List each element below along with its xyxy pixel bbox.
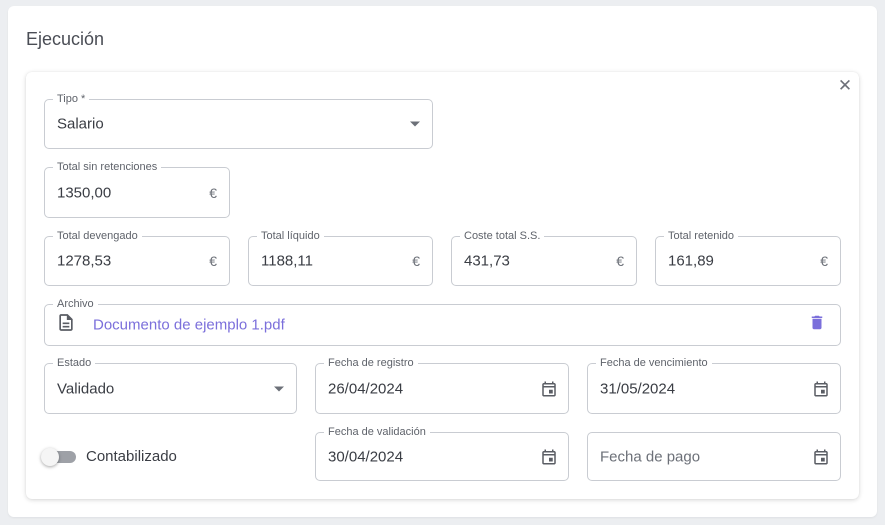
calendar-icon[interactable] xyxy=(812,380,830,398)
coste-total-ss-field[interactable]: Coste total S.S. 431,73 € xyxy=(451,230,637,286)
total-sin-retenciones-value: 1350,00 xyxy=(57,184,112,201)
file-link[interactable]: Documento de ejemplo 1.pdf xyxy=(93,317,285,334)
calendar-icon[interactable] xyxy=(540,448,558,466)
fecha-validacion-field[interactable]: Fecha de validación 30/04/2024 xyxy=(315,426,569,481)
coste-total-ss-value: 431,73 xyxy=(464,252,510,270)
fecha-validacion-value: 30/04/2024 xyxy=(328,448,404,465)
chevron-down-icon xyxy=(410,121,420,127)
total-liquido-value: 1188,11 xyxy=(261,252,313,270)
fecha-vencimiento-value: 31/05/2024 xyxy=(600,380,676,397)
fecha-vencimiento-label: Fecha de vencimiento xyxy=(596,357,712,369)
archivo-label: Archivo xyxy=(53,298,98,310)
fecha-pago-placeholder: Fecha de pago xyxy=(600,448,701,465)
contabilizado-label: Contabilizado xyxy=(86,448,177,465)
tipo-label: Tipo * xyxy=(53,93,90,105)
total-retenido-field[interactable]: Total retenido 161,89 € xyxy=(655,230,841,286)
total-liquido-label: Total líquido xyxy=(257,230,324,242)
chevron-down-icon xyxy=(274,386,284,391)
total-devengado-label: Total devengado xyxy=(53,230,142,242)
tipo-value: Salario xyxy=(57,115,104,133)
section-title: Ejecución xyxy=(26,29,105,49)
fecha-registro-label: Fecha de registro xyxy=(324,357,418,369)
euro-suffix: € xyxy=(820,253,828,269)
trash-icon[interactable] xyxy=(808,314,826,337)
document-icon xyxy=(56,313,76,338)
euro-suffix: € xyxy=(209,253,217,269)
euro-suffix: € xyxy=(412,253,420,269)
toggle-thumb xyxy=(41,448,59,466)
estado-select[interactable]: Estado Validado xyxy=(44,357,297,414)
close-icon[interactable]: ✕ xyxy=(836,76,854,95)
total-sin-retenciones-label: Total sin retenciones xyxy=(53,161,162,173)
fecha-registro-value: 26/04/2024 xyxy=(328,380,404,397)
total-devengado-value: 1278,53 xyxy=(57,252,112,270)
total-devengado-field[interactable]: Total devengado 1278,53 € xyxy=(44,230,230,286)
contabilizado-toggle[interactable] xyxy=(41,448,77,466)
fecha-vencimiento-field[interactable]: Fecha de vencimiento 31/05/2024 xyxy=(587,357,841,414)
fecha-registro-field[interactable]: Fecha de registro 26/04/2024 xyxy=(315,357,569,414)
fecha-validacion-label: Fecha de validación xyxy=(324,426,430,438)
total-retenido-value: 161,89 xyxy=(668,252,714,270)
total-sin-retenciones-field[interactable]: Total sin retenciones 1350,00 € xyxy=(44,161,230,218)
euro-suffix: € xyxy=(209,184,217,201)
estado-value: Validado xyxy=(57,380,115,397)
calendar-icon[interactable] xyxy=(812,448,830,466)
tipo-select[interactable]: Tipo * Salario xyxy=(44,93,433,149)
calendar-icon[interactable] xyxy=(540,380,558,398)
archivo-field: Archivo Documento de ejemplo 1.pdf xyxy=(44,298,841,346)
estado-label: Estado xyxy=(53,357,96,369)
coste-total-ss-label: Coste total S.S. xyxy=(460,230,545,242)
total-retenido-label: Total retenido xyxy=(664,230,739,242)
euro-suffix: € xyxy=(616,253,624,269)
total-liquido-field[interactable]: Total líquido 1188,11 € xyxy=(248,230,433,286)
fecha-pago-field[interactable]: Fecha de pago xyxy=(587,432,841,481)
